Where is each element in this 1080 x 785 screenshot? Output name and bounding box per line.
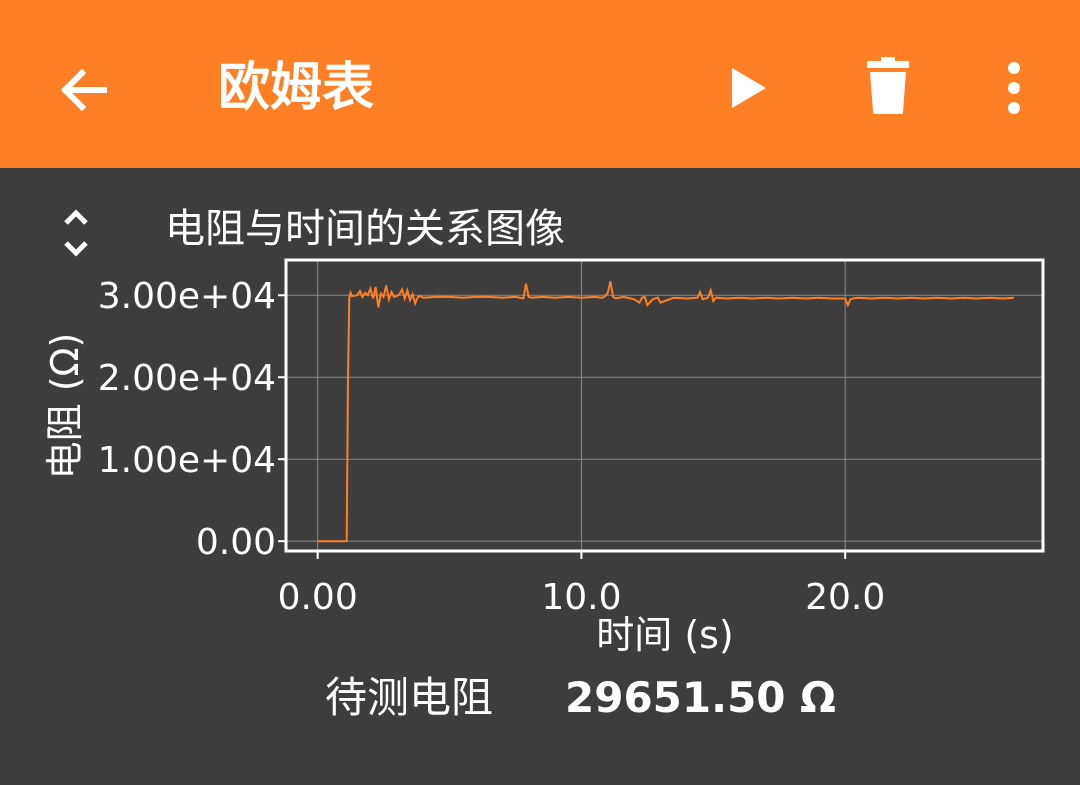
- play-button[interactable]: [720, 58, 776, 118]
- y-tick-label: 3.00e+04: [98, 276, 276, 317]
- reading-value: 29651.50 Ω: [565, 673, 836, 722]
- play-icon: [732, 68, 766, 108]
- x-tick-label: 10.0: [541, 577, 621, 618]
- y-tick-label: 2.00e+04: [98, 358, 276, 399]
- app-bar: 欧姆表: [0, 0, 1080, 168]
- back-arrow-icon: [60, 68, 107, 112]
- back-button[interactable]: [52, 58, 116, 122]
- reading-label: 待测电阻: [325, 673, 494, 722]
- series-line-resistance: [317, 281, 1015, 543]
- y-tick-label: 0.00: [196, 522, 276, 563]
- app-title: 欧姆表: [218, 58, 375, 118]
- plot-frame: [284, 258, 1045, 553]
- axis-ticks: 0.00 10.0 20.0 0.00 1.00e+04 2.00e+04 3.00e+04: [98, 276, 886, 618]
- more-options-button[interactable]: [994, 56, 1034, 120]
- x-tick-label: 0.00: [278, 577, 358, 618]
- x-axis-label: 时间 (s): [596, 613, 734, 657]
- delete-button[interactable]: [860, 54, 916, 118]
- y-tick-label: 1.00e+04: [98, 440, 276, 481]
- delete-icon: [867, 57, 909, 114]
- more-vert-icon: [1008, 62, 1020, 114]
- y-axis-label: 电阻 (Ω): [43, 333, 87, 480]
- resistance-time-chart: 0.00 10.0 20.0 0.00 1.00e+04 2.00e+04 3.00e+04…: [43, 258, 1045, 657]
- resistance-reading: 待测电阻 29651.50 Ω: [0, 668, 1080, 728]
- grid-lines: [286, 260, 1043, 551]
- x-tick-label: 20.0: [805, 577, 885, 618]
